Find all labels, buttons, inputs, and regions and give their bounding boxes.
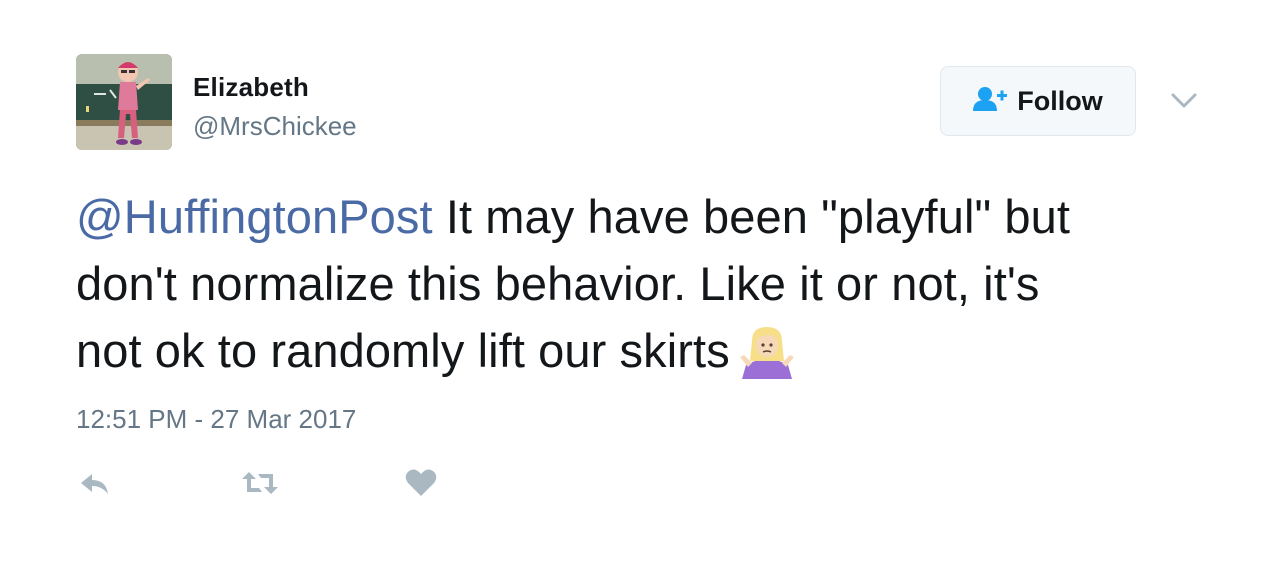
avatar[interactable] [76, 54, 172, 150]
tweet-timestamp[interactable]: 12:51 PM - 27 Mar 2017 [76, 404, 356, 435]
tweet-line-3: not ok to randomly lift our skirts [76, 317, 1206, 396]
tweet-text: @HuffingtonPost It may have been "playfu… [76, 183, 1206, 396]
user-handle[interactable]: @MrsChickee [193, 111, 357, 142]
mention-link[interactable]: @HuffingtonPost [76, 190, 433, 243]
display-name[interactable]: Elizabeth [193, 72, 309, 103]
tweet-line-1-text: It may have been "playful" but [432, 190, 1071, 243]
chevron-down-icon[interactable] [1170, 88, 1198, 112]
retweet-icon[interactable] [240, 466, 280, 505]
person-shrugging-emoji [738, 327, 796, 396]
follow-label: Follow [1017, 85, 1103, 116]
reply-icon[interactable] [78, 466, 112, 505]
follow-button[interactable]: Follow [940, 66, 1136, 136]
tweet-line-1: @HuffingtonPost It may have been "playfu… [76, 183, 1206, 250]
follow-user-icon [973, 86, 1008, 117]
tweet-line-2: don't normalize this behavior. Like it o… [76, 257, 1040, 310]
tweet-line-3-text: not ok to randomly lift our skirts [76, 324, 730, 377]
avatar-image [76, 54, 172, 150]
heart-icon[interactable] [404, 466, 438, 505]
